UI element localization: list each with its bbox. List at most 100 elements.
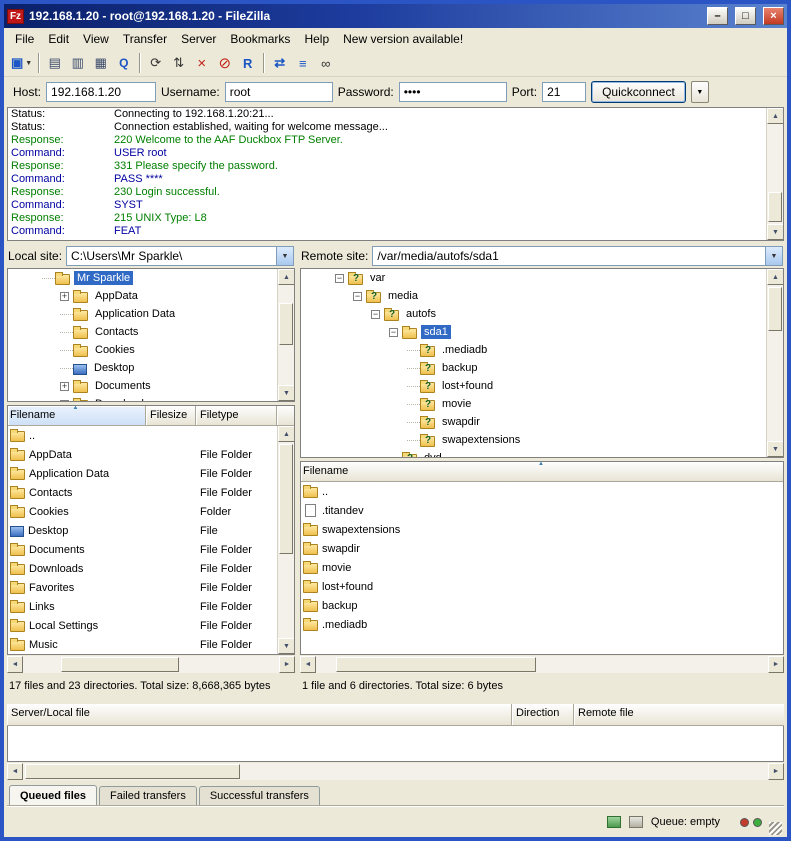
column-filename[interactable]: Filename▲	[301, 462, 783, 482]
file-row[interactable]: .titandev	[301, 501, 783, 520]
column-direction[interactable]: Direction	[512, 704, 574, 726]
remote-file-list[interactable]: Filename▲ .. .titandev swapextensions sw…	[300, 461, 784, 655]
expand-icon[interactable]: +	[60, 382, 69, 391]
cancel-operation-icon[interactable]: ×	[190, 52, 213, 74]
scrollbar-track[interactable]	[278, 442, 294, 638]
refresh-icon[interactable]: ⟳	[144, 52, 167, 74]
expand-icon[interactable]: +	[60, 400, 69, 403]
scrollbar-track[interactable]	[278, 285, 294, 385]
column-filesize[interactable]: Filesize	[146, 406, 196, 426]
reconnect-icon[interactable]: R	[236, 52, 259, 74]
scroll-up-button[interactable]: ▲	[278, 426, 295, 442]
scrollbar-track[interactable]	[767, 285, 783, 441]
scroll-down-button[interactable]: ▼	[278, 385, 295, 401]
local-horizontal-scrollbar[interactable]: ◄ ►	[7, 656, 295, 673]
process-queue-icon[interactable]: ⇅	[167, 52, 190, 74]
tree-item-autofs[interactable]: −?autofs	[301, 305, 783, 323]
file-row[interactable]: ContactsFile Folder	[8, 483, 294, 502]
tree-item-documents[interactable]: +Documents	[8, 377, 294, 395]
file-row[interactable]: AppDataFile Folder	[8, 445, 294, 464]
remote-site-combo[interactable]: /var/media/autofs/sda1 ▼	[372, 246, 783, 266]
log-vertical-scrollbar[interactable]: ▲ ▼	[766, 108, 783, 240]
quickconnect-dropdown-icon[interactable]: ▼	[691, 81, 709, 103]
scrollbar-track[interactable]	[316, 656, 768, 673]
menu-server[interactable]: Server	[174, 30, 223, 48]
host-input[interactable]	[46, 82, 156, 102]
tab-queued-files[interactable]: Queued files	[9, 785, 97, 806]
close-button[interactable]: ×	[763, 7, 784, 25]
transfer-mode-icon[interactable]	[607, 816, 621, 828]
combo-dropdown-icon[interactable]: ▼	[765, 247, 782, 265]
scroll-down-button[interactable]: ▼	[767, 441, 784, 457]
scroll-right-button[interactable]: ►	[279, 656, 295, 673]
collapse-icon[interactable]: −	[335, 274, 344, 283]
toggle-remote-tree-icon[interactable]: ▦	[89, 52, 112, 74]
toggle-message-log-icon[interactable]: ▤	[43, 52, 66, 74]
minimize-button[interactable]: –	[707, 7, 728, 25]
tree-item-downloads[interactable]: +Downloads	[8, 395, 294, 402]
scroll-right-button[interactable]: ►	[768, 656, 784, 673]
scrollbar-track[interactable]	[23, 763, 768, 780]
scroll-left-button[interactable]: ◄	[300, 656, 316, 673]
local-file-list[interactable]: Filename▲ Filesize Filetype .. AppDataFi…	[7, 405, 295, 655]
column-filename[interactable]: Filename▲	[8, 406, 146, 426]
queue-processing-icon[interactable]	[629, 816, 643, 828]
scrollbar-thumb[interactable]	[61, 657, 179, 672]
tree-item-application-data[interactable]: Application Data	[8, 305, 294, 323]
local-list-vertical-scrollbar[interactable]: ▲ ▼	[277, 426, 294, 654]
directory-comparison-icon[interactable]: ⇄	[268, 52, 291, 74]
scrollbar-thumb[interactable]	[336, 657, 536, 672]
scroll-up-button[interactable]: ▲	[278, 269, 295, 285]
tree-item-desktop[interactable]: Desktop	[8, 359, 294, 377]
file-row[interactable]: ..	[301, 482, 783, 501]
scrollbar-thumb[interactable]	[768, 192, 782, 222]
tree-item-dvd[interactable]: ?dvd	[301, 449, 783, 458]
tree-item-sda1[interactable]: −sda1	[301, 323, 783, 341]
title-bar[interactable]: Fz 192.168.1.20 - root@192.168.1.20 - Fi…	[4, 4, 787, 28]
tree-item-cookies[interactable]: Cookies	[8, 341, 294, 359]
username-input[interactable]	[225, 82, 333, 102]
scroll-left-button[interactable]: ◄	[7, 656, 23, 673]
synchronized-browsing-icon[interactable]: ≡	[291, 52, 314, 74]
local-site-combo[interactable]: C:\Users\Mr Sparkle\ ▼	[66, 246, 294, 266]
remote-horizontal-scrollbar[interactable]: ◄ ►	[300, 656, 784, 673]
file-row[interactable]: .mediadb	[301, 615, 783, 634]
file-row[interactable]: DocumentsFile Folder	[8, 540, 294, 559]
tree-item-lost-found[interactable]: ?lost+found	[301, 377, 783, 395]
file-row[interactable]: backup	[301, 596, 783, 615]
remote-directory-tree[interactable]: −?var −?media −?autofs −sda1 ?.mediadb ?…	[300, 268, 784, 458]
tab-failed-transfers[interactable]: Failed transfers	[99, 786, 197, 806]
queue-body[interactable]	[7, 726, 784, 762]
scrollbar-thumb[interactable]	[279, 303, 293, 345]
tree-item-mr-sparkle[interactable]: Mr Sparkle	[8, 269, 294, 287]
menu-new-version[interactable]: New version available!	[336, 30, 470, 48]
collapse-icon[interactable]: −	[389, 328, 398, 337]
toggle-local-tree-icon[interactable]: ▥	[66, 52, 89, 74]
file-row[interactable]: LinksFile Folder	[8, 597, 294, 616]
menu-edit[interactable]: Edit	[41, 30, 76, 48]
scroll-down-button[interactable]: ▼	[767, 224, 784, 240]
scrollbar-thumb[interactable]	[25, 764, 240, 779]
tree-item-media[interactable]: −?media	[301, 287, 783, 305]
file-row[interactable]: Application DataFile Folder	[8, 464, 294, 483]
file-row[interactable]: ..	[8, 426, 294, 445]
tree-item-var[interactable]: −?var	[301, 269, 783, 287]
column-server-local-file[interactable]: Server/Local file	[7, 704, 512, 726]
scrollbar-track[interactable]	[767, 124, 783, 224]
menu-view[interactable]: View	[76, 30, 116, 48]
collapse-icon[interactable]: −	[353, 292, 362, 301]
scrollbar-track[interactable]	[23, 656, 279, 673]
file-row[interactable]: CookiesFolder	[8, 502, 294, 521]
menu-help[interactable]: Help	[297, 30, 336, 48]
file-row[interactable]: DesktopFile	[8, 521, 294, 540]
resize-grip[interactable]	[769, 822, 782, 835]
remote-tree-vertical-scrollbar[interactable]: ▲ ▼	[766, 269, 783, 457]
quickconnect-button[interactable]: Quickconnect	[591, 81, 686, 103]
file-row[interactable]: movie	[301, 558, 783, 577]
find-files-icon[interactable]: ∞	[314, 52, 337, 74]
toggle-transfer-queue-icon[interactable]: Q	[112, 52, 135, 74]
scroll-down-button[interactable]: ▼	[278, 638, 295, 654]
local-tree-vertical-scrollbar[interactable]: ▲ ▼	[277, 269, 294, 401]
tree-item-mediadb[interactable]: ?.mediadb	[301, 341, 783, 359]
scrollbar-thumb[interactable]	[279, 444, 293, 554]
